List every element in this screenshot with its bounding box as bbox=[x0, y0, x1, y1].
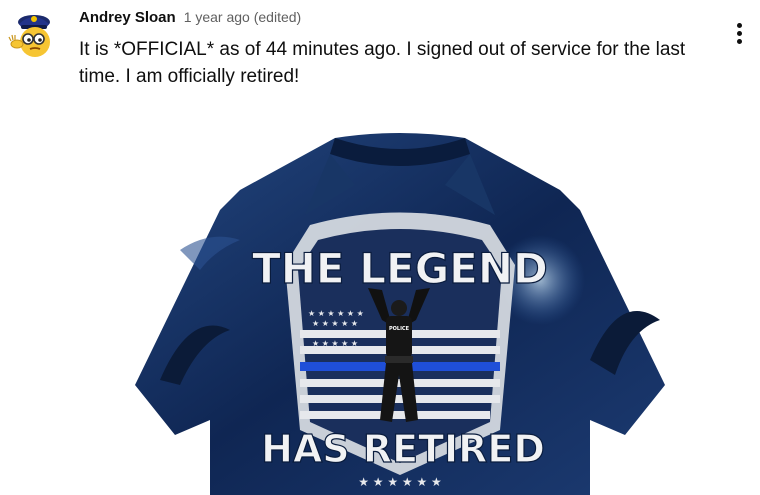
headline-top: THE LEGEND bbox=[252, 244, 548, 293]
comment-timestamp[interactable]: 1 year ago (edited) bbox=[184, 9, 302, 25]
svg-text:★ ★ ★ ★ ★ ★: ★ ★ ★ ★ ★ ★ bbox=[358, 475, 442, 489]
more-actions-button[interactable] bbox=[726, 18, 752, 48]
svg-text:★ ★ ★ ★ ★ ★: ★ ★ ★ ★ ★ ★ bbox=[308, 309, 364, 318]
svg-text:★ ★ ★ ★ ★ ★: ★ ★ ★ ★ ★ ★ bbox=[308, 329, 364, 338]
comment-thread: Andrey Sloan 1 year ago (edited) It is *… bbox=[0, 0, 760, 495]
comment-image[interactable]: ★ ★ ★ ★ ★ ★ ★ ★ ★ ★ ★ ★ ★ ★ ★ ★ ★ ★ ★ ★ … bbox=[120, 130, 680, 495]
comment-text: It is *OFFICIAL* as of 44 minutes ago. I… bbox=[79, 39, 686, 87]
more-vertical-icon-dot bbox=[736, 30, 742, 36]
svg-text:★ ★ ★ ★ ★: ★ ★ ★ ★ ★ bbox=[312, 339, 358, 348]
svg-text:★ ★ ★ ★ ★: ★ ★ ★ ★ ★ bbox=[312, 319, 358, 328]
headline-bottom: HAS RETIRED bbox=[261, 427, 545, 471]
author-name[interactable]: Andrey Sloan bbox=[79, 9, 176, 26]
retirement-shirt-image: ★ ★ ★ ★ ★ ★ ★ ★ ★ ★ ★ ★ ★ ★ ★ ★ ★ ★ ★ ★ … bbox=[135, 133, 665, 495]
police-emoji-avatar-icon bbox=[8, 15, 50, 57]
more-vertical-icon bbox=[736, 22, 742, 28]
avatar[interactable] bbox=[6, 4, 58, 60]
more-vertical-icon-dot bbox=[736, 38, 742, 44]
comment-header: Andrey Sloan 1 year ago (edited) bbox=[79, 9, 301, 26]
vest-label: POLICE bbox=[389, 326, 410, 332]
